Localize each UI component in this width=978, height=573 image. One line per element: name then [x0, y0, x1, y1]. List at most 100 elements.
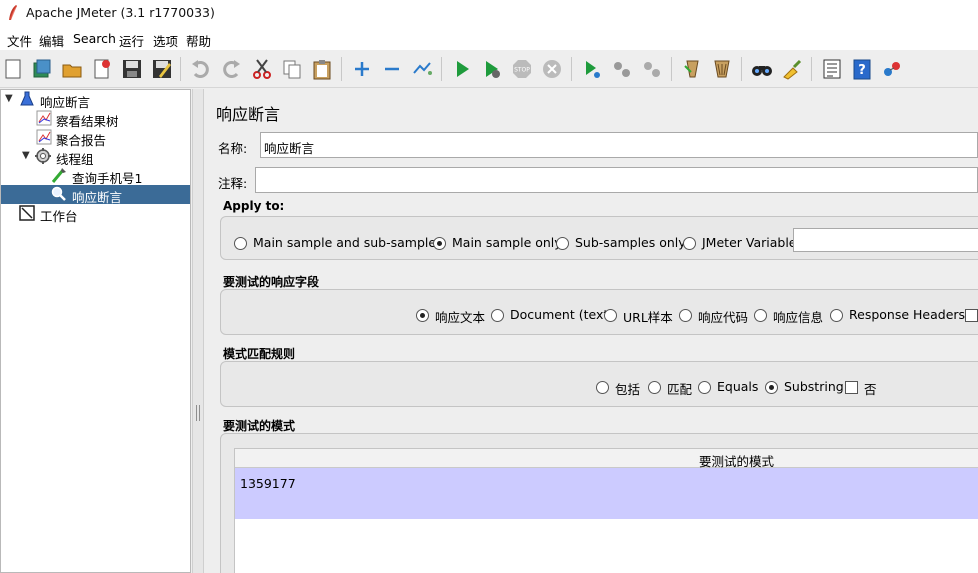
rule-contains-radio[interactable] [596, 381, 609, 394]
tree-item-sampler[interactable]: 查询手机号1 [1, 166, 190, 186]
save-icon[interactable] [121, 58, 143, 80]
shutdown-icon[interactable] [541, 58, 563, 80]
clear-all-icon[interactable] [711, 58, 733, 80]
rule-substring-label[interactable]: Substring [784, 379, 844, 394]
open-icon[interactable] [61, 58, 83, 80]
jmeter-variable-input[interactable] [793, 228, 978, 252]
workbench-icon [19, 205, 35, 221]
apply-sub-only-radio[interactable] [556, 237, 569, 250]
apply-main-and-sub-radio[interactable] [234, 237, 247, 250]
remote-icon[interactable] [881, 58, 903, 80]
collapse-icon[interactable] [381, 58, 403, 80]
table-row[interactable]: 1359177 [235, 468, 978, 519]
listener-icon [36, 110, 52, 126]
menu-options[interactable]: 选项 [153, 31, 178, 50]
tree-item-response-assertion[interactable]: 响应断言 [1, 185, 190, 205]
new-icon[interactable] [2, 58, 24, 80]
rule-substring-radio[interactable] [765, 381, 778, 394]
field-ignore-status-checkbox[interactable] [965, 309, 978, 322]
expand-toggle-icon[interactable]: ▼ [22, 150, 30, 161]
search-icon[interactable] [751, 58, 773, 80]
cut-icon[interactable] [251, 58, 273, 80]
tree-item-aggregate-report[interactable]: 聚合报告 [1, 128, 190, 148]
assertion-icon [51, 186, 66, 201]
function-helper-icon[interactable] [821, 58, 843, 80]
field-url-radio[interactable] [604, 309, 617, 322]
rule-not-checkbox[interactable] [845, 381, 858, 394]
toolbar-separator [811, 57, 812, 81]
remote-shutdown-icon[interactable] [641, 58, 663, 80]
redo-icon[interactable] [220, 58, 242, 80]
templates-icon[interactable] [31, 58, 53, 80]
help-icon[interactable]: ? [851, 58, 873, 80]
rule-matches-radio[interactable] [648, 381, 661, 394]
menu-file[interactable]: 文件 [7, 31, 32, 50]
start-icon[interactable] [451, 58, 473, 80]
field-document-radio[interactable] [491, 309, 504, 322]
undo-icon[interactable] [190, 58, 212, 80]
apply-sub-only-label[interactable]: Sub-samples only [575, 235, 686, 250]
rule-matches-label[interactable]: 匹配 [667, 379, 692, 398]
rule-not-label[interactable]: 否 [864, 379, 877, 398]
field-response-headers-label[interactable]: Response Headers [849, 307, 965, 322]
field-to-test-group: 响应文本 Document (text) URL样本 响应代码 响应信息 Res… [220, 289, 978, 335]
start-no-pause-icon[interactable] [481, 58, 503, 80]
tree-item-test-plan[interactable]: ▼ 响应断言 [1, 90, 190, 110]
split-pane-divider[interactable] [192, 89, 204, 573]
field-response-code-label[interactable]: 响应代码 [698, 307, 748, 326]
apply-jmeter-variable-label[interactable]: JMeter Variable [702, 235, 796, 250]
name-label: 名称: [218, 141, 248, 156]
listener-icon [36, 129, 52, 145]
field-document-label[interactable]: Document (text) [510, 307, 613, 322]
tree-item-view-results-tree[interactable]: 察看结果树 [1, 109, 190, 129]
rule-equals-label[interactable]: Equals [717, 379, 758, 394]
field-url-label[interactable]: URL样本 [623, 307, 673, 326]
test-plan-icon [20, 91, 34, 106]
stop-icon[interactable]: STOP [511, 58, 533, 80]
toolbar-separator [741, 57, 742, 81]
tree-item-thread-group[interactable]: ▼ 线程组 [1, 147, 190, 167]
rule-equals-radio[interactable] [698, 381, 711, 394]
comment-field[interactable] [255, 167, 978, 193]
name-field[interactable]: 响应断言 [260, 132, 978, 158]
apply-to-title: Apply to: [223, 199, 285, 213]
toolbar-separator [571, 57, 572, 81]
apply-main-only-radio[interactable] [433, 237, 446, 250]
remote-stop-icon[interactable] [611, 58, 633, 80]
patterns-table: 要测试的模式 1359177 [234, 448, 978, 573]
copy-icon[interactable] [281, 58, 303, 80]
sampler-icon [51, 168, 66, 183]
apply-jmeter-variable-radio[interactable] [683, 237, 696, 250]
save-as-icon[interactable] [151, 58, 173, 80]
menu-search[interactable]: Search [73, 31, 116, 46]
expand-toggle-icon[interactable]: ▼ [5, 93, 13, 104]
expand-icon[interactable] [351, 58, 373, 80]
toggle-icon[interactable] [411, 58, 433, 80]
field-response-headers-radio[interactable] [830, 309, 843, 322]
paste-icon[interactable] [311, 58, 333, 80]
reset-search-icon[interactable] [781, 58, 803, 80]
field-response-text-label[interactable]: 响应文本 [435, 307, 485, 326]
apply-main-only-label[interactable]: Main sample only [452, 235, 562, 250]
patterns-group: 要测试的模式 1359177 [220, 433, 978, 573]
svg-text:?: ? [858, 63, 866, 78]
field-response-message-label[interactable]: 响应信息 [773, 307, 823, 326]
clear-icon[interactable] [681, 58, 703, 80]
remote-start-icon[interactable] [581, 58, 603, 80]
splitter-grip[interactable] [196, 405, 200, 421]
close-icon[interactable] [91, 58, 113, 80]
thread-group-icon [35, 148, 51, 164]
field-response-message-radio[interactable] [754, 309, 767, 322]
field-response-text-radio[interactable] [416, 309, 429, 322]
menu-edit[interactable]: 编辑 [39, 31, 64, 50]
toolbar-separator [441, 57, 442, 81]
rule-contains-label[interactable]: 包括 [615, 379, 640, 398]
tree-item-workbench[interactable]: 工作台 [1, 204, 190, 224]
tree-item-label: 工作台 [40, 209, 78, 224]
jmeter-feather-icon [9, 5, 17, 20]
pattern-cell[interactable]: 1359177 [240, 476, 296, 491]
apply-main-and-sub-label[interactable]: Main sample and sub-samples [253, 235, 443, 250]
field-response-code-radio[interactable] [679, 309, 692, 322]
menu-help[interactable]: 帮助 [186, 31, 211, 50]
menu-run[interactable]: 运行 [119, 31, 144, 50]
